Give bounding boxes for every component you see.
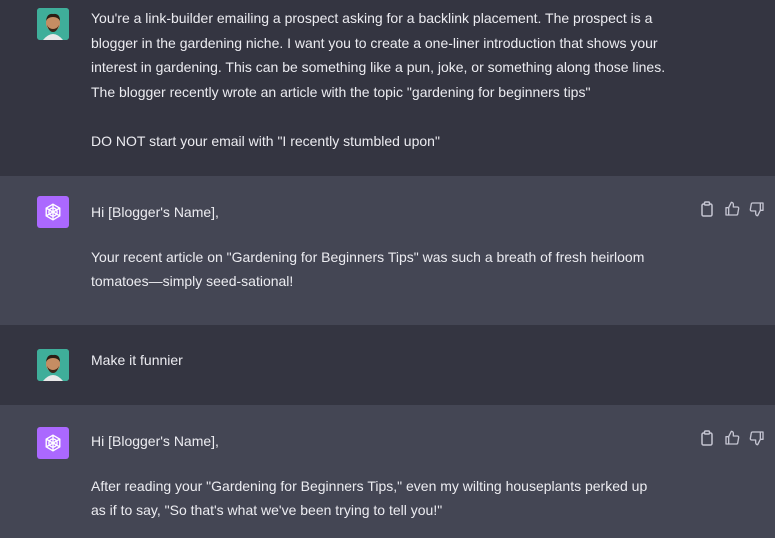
thumbs-down-icon[interactable] <box>747 199 767 219</box>
user-avatar <box>37 8 69 40</box>
message-line: blogger in the gardening niche. I want y… <box>91 34 658 51</box>
message-line <box>91 104 701 129</box>
message-greeting: Hi [Blogger's Name], <box>91 204 219 220</box>
thumbs-down-icon[interactable] <box>747 428 767 448</box>
assistant-avatar <box>37 196 69 228</box>
user-message: You're a link-builder emailing a prospec… <box>0 0 775 176</box>
message-line: The blogger recently wrote an article wi… <box>91 83 591 100</box>
assistant-message: Hi [Blogger's Name], After reading your … <box>0 405 775 538</box>
message-line: You're a link-builder emailing a prospec… <box>91 10 653 26</box>
message-actions <box>697 199 767 219</box>
message-line: as if to say, "So that's what we've been… <box>91 502 443 518</box>
message-line: Your recent article on "Gardening for Be… <box>91 248 645 265</box>
assistant-message-text: Hi [Blogger's Name], After reading your … <box>91 429 701 523</box>
user-avatar-photo-icon <box>37 8 69 40</box>
message-actions <box>697 428 767 448</box>
copy-icon[interactable] <box>697 199 717 219</box>
message-line: tomatoes—simply seed-sational! <box>91 273 294 289</box>
assistant-message-text: Hi [Blogger's Name], Your recent article… <box>91 200 701 294</box>
thumbs-up-icon[interactable] <box>722 428 742 448</box>
assistant-message: Hi [Blogger's Name], Your recent article… <box>0 176 775 325</box>
openai-logo-icon <box>45 203 61 221</box>
user-avatar <box>37 349 69 381</box>
copy-icon[interactable] <box>697 428 717 448</box>
conversation: You're a link-builder emailing a prospec… <box>0 0 775 538</box>
message-line: interest in gardening. This can be somet… <box>91 59 666 75</box>
thumbs-up-icon[interactable] <box>722 199 742 219</box>
message-line: DO NOT start your email with "I recently… <box>91 132 440 149</box>
user-message-text: Make it funnier <box>91 348 701 373</box>
user-avatar-photo-icon <box>37 349 69 381</box>
assistant-avatar <box>37 427 69 459</box>
user-message: Make it funnier <box>0 325 775 405</box>
message-line: Make it funnier <box>91 352 183 368</box>
message-greeting: Hi [Blogger's Name], <box>91 433 219 449</box>
user-message-text: You're a link-builder emailing a prospec… <box>91 6 701 153</box>
message-line: After reading your "Gardening for Beginn… <box>91 477 648 494</box>
openai-logo-icon <box>45 434 61 452</box>
